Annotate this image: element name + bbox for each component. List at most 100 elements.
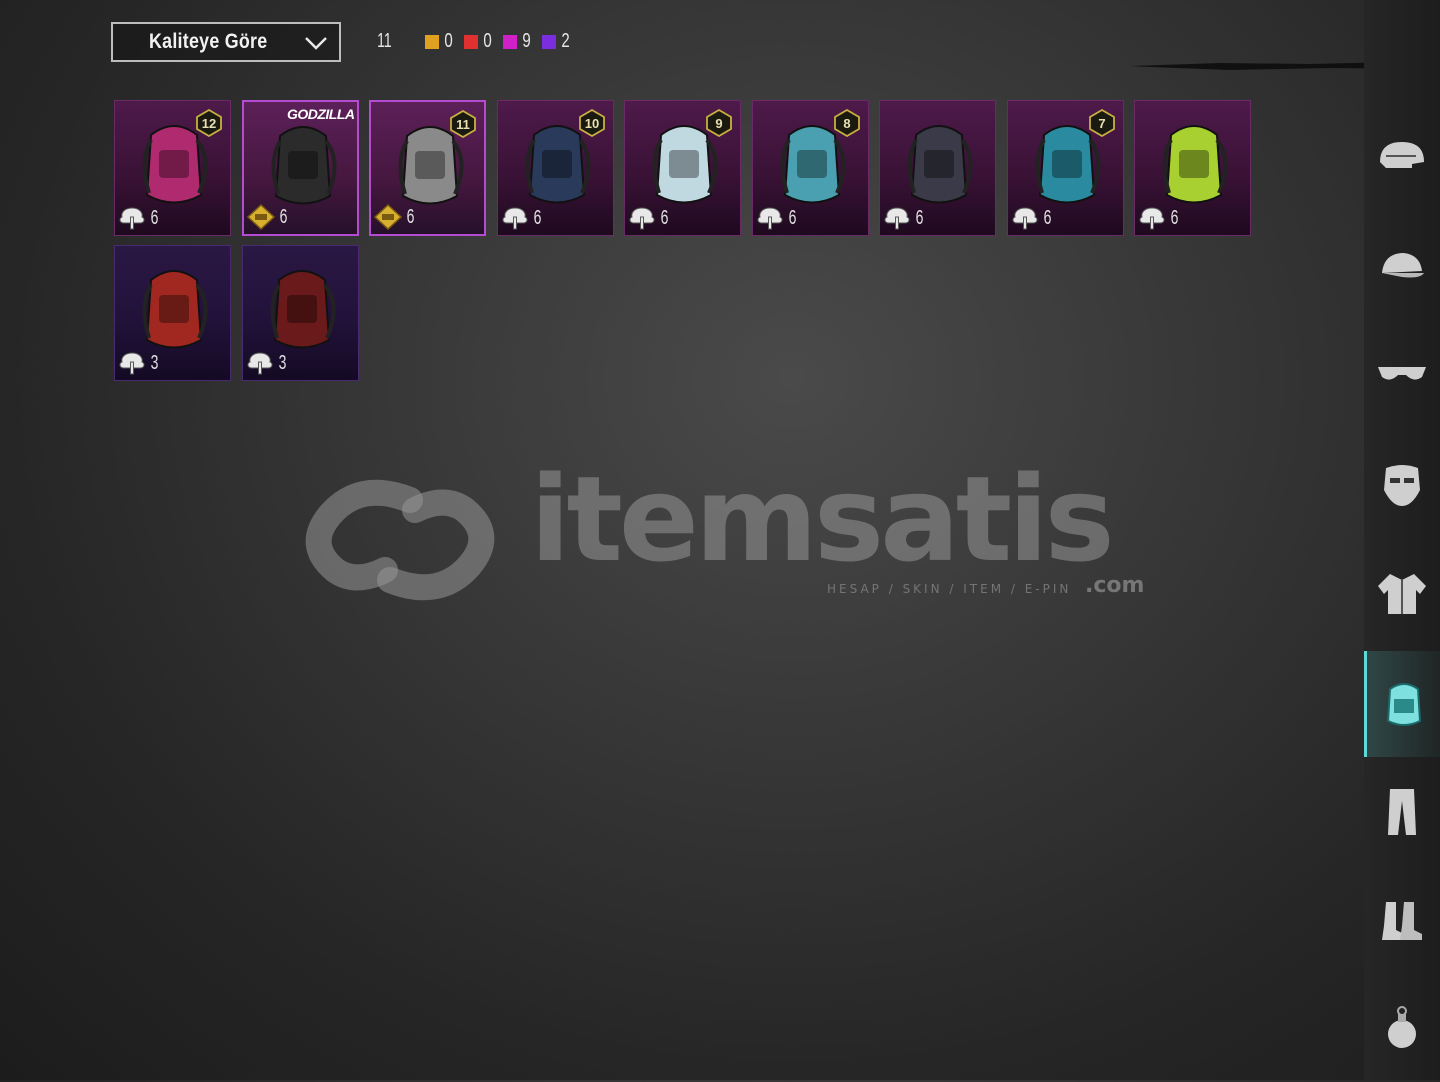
level-badge-value: 7 — [1098, 116, 1105, 131]
rarity-swatch — [503, 34, 518, 49]
level-badge-value: 9 — [715, 116, 722, 131]
item-count: 6 — [915, 206, 924, 229]
item-count: 6 — [533, 206, 541, 229]
item-card[interactable]: 6 — [879, 100, 996, 236]
bp-coin-icon — [246, 352, 273, 375]
item-count: 6 — [660, 206, 669, 229]
item-count: 6 — [279, 205, 287, 228]
watermark-tagline: HESAP / SKIN / ITEM / E-PIN — [827, 582, 1072, 596]
helmet-icon — [1380, 142, 1424, 168]
item-card[interactable]: 12 6 — [114, 100, 231, 236]
watermark-logo-icon — [305, 479, 495, 601]
cap-icon — [1382, 252, 1424, 277]
sort-dropdown-label: Kaliteye Göre — [149, 30, 268, 53]
level-badge-value: 8 — [843, 116, 850, 131]
sort-dropdown[interactable]: Kaliteye Göre — [111, 22, 341, 62]
boots-icon — [1382, 901, 1422, 940]
item-count: 6 — [406, 205, 415, 228]
rarity-swatch — [424, 34, 439, 49]
item-card[interactable]: 86 — [751, 100, 869, 236]
item-cost: 6 — [1138, 205, 1180, 231]
level-badge: 12 — [196, 109, 222, 137]
backpack-shovel-icon — [907, 125, 973, 204]
level-badge-value: 10 — [584, 116, 598, 131]
item-card[interactable]: 96 — [624, 100, 741, 236]
total-count: 11 — [377, 30, 392, 52]
item-cost: 6 — [883, 205, 925, 231]
sidebar-item-glasses[interactable] — [1364, 325, 1440, 431]
chevron-down-icon — [305, 37, 327, 50]
item-cost: 6 — [628, 205, 670, 231]
jacket-icon — [1378, 574, 1426, 614]
item-card[interactable]: 11 6 — [369, 100, 486, 236]
item-cost: 6 — [501, 205, 543, 231]
item-cost: 3 — [246, 350, 288, 376]
sidebar-item-backpack[interactable] — [1364, 650, 1440, 757]
rarity-count-value: 0 — [483, 30, 492, 52]
item-card[interactable]: 3 — [114, 245, 231, 381]
backpack-godzilla-icon — [271, 126, 336, 205]
bp-coin-icon — [501, 207, 528, 230]
sidebar-item-grenade[interactable] — [1364, 976, 1440, 1082]
category-sidebar — [1364, 0, 1440, 1080]
grenade-icon — [1388, 1006, 1416, 1048]
backpack-red-brick-icon — [142, 270, 208, 349]
item-count: 6 — [1043, 206, 1051, 229]
bp-coin-icon — [629, 207, 655, 230]
top-bar: Kaliteye Göre 11 0 0 9 2 — [0, 0, 1440, 90]
item-card[interactable]: 10 6 — [496, 100, 614, 236]
sidebar-item-pants[interactable] — [1364, 759, 1440, 865]
mask-icon — [1384, 464, 1420, 506]
bp-coin-icon — [756, 207, 783, 230]
watermark-suffix: .com — [1085, 573, 1145, 598]
bp-coin-icon — [1139, 207, 1165, 230]
watermark: itemsatis HESAP / SKIN / ITEM / E-PIN .c… — [300, 450, 1150, 610]
sidebar-item-jacket[interactable] — [1364, 542, 1440, 648]
backpack-black-red-icon — [270, 270, 335, 349]
sidebar-item-mask[interactable] — [1364, 434, 1440, 540]
rarity-count-value: 2 — [561, 30, 570, 52]
sidebar-item-helmet[interactable] — [1364, 108, 1440, 214]
level-badge: 10 — [578, 109, 605, 137]
item-cost: 3 — [118, 350, 160, 376]
item-card[interactable]: 3 — [241, 245, 359, 381]
bp-coin-icon — [884, 207, 910, 230]
item-card[interactable]: GODZILLA 6 — [241, 100, 359, 236]
item-count: 6 — [150, 206, 159, 229]
rarity-swatch — [463, 34, 478, 49]
backpack-green-spiked-icon — [1162, 125, 1228, 204]
rarity-count-red: 0 — [463, 30, 493, 53]
brand-logo: GODZILLA — [286, 106, 355, 122]
glasses-icon — [1378, 367, 1426, 380]
item-cost: 6 — [1011, 205, 1053, 231]
item-cost: 6 — [374, 204, 416, 230]
level-badge: 8 — [833, 109, 860, 137]
item-count: 3 — [278, 351, 286, 374]
item-count: 3 — [150, 351, 159, 374]
level-badge: 11 — [450, 110, 476, 138]
sidebar-item-cap[interactable] — [1364, 217, 1440, 323]
item-cost: 6 — [246, 204, 289, 230]
bp-coin-icon — [119, 352, 145, 375]
sidebar-item-boots[interactable] — [1364, 868, 1440, 974]
gold-coin-icon — [246, 204, 275, 230]
item-count: 6 — [788, 206, 796, 229]
gold-coin-icon — [374, 204, 402, 230]
item-card[interactable]: 76 — [1006, 100, 1124, 236]
rarity-count-gold: 0 — [424, 30, 454, 53]
rarity-count-pink: 9 — [503, 30, 532, 53]
pants-icon — [1388, 789, 1416, 835]
rarity-count-purple: 2 — [542, 30, 571, 53]
rarity-count-value: 0 — [444, 30, 453, 52]
bp-coin-icon — [119, 207, 145, 230]
level-badge: 9 — [706, 109, 732, 137]
bp-coin-icon — [1011, 207, 1038, 230]
item-cost: 6 — [118, 205, 160, 231]
level-badge-value: 11 — [456, 117, 470, 132]
watermark-text: itemsatis — [530, 450, 1115, 588]
backpack-icon — [1386, 682, 1421, 726]
level-badge: 7 — [1088, 109, 1115, 137]
rarity-counts: 11 0 0 9 2 — [374, 30, 581, 53]
item-count: 6 — [1170, 206, 1179, 229]
item-card[interactable]: 6 — [1134, 100, 1251, 236]
